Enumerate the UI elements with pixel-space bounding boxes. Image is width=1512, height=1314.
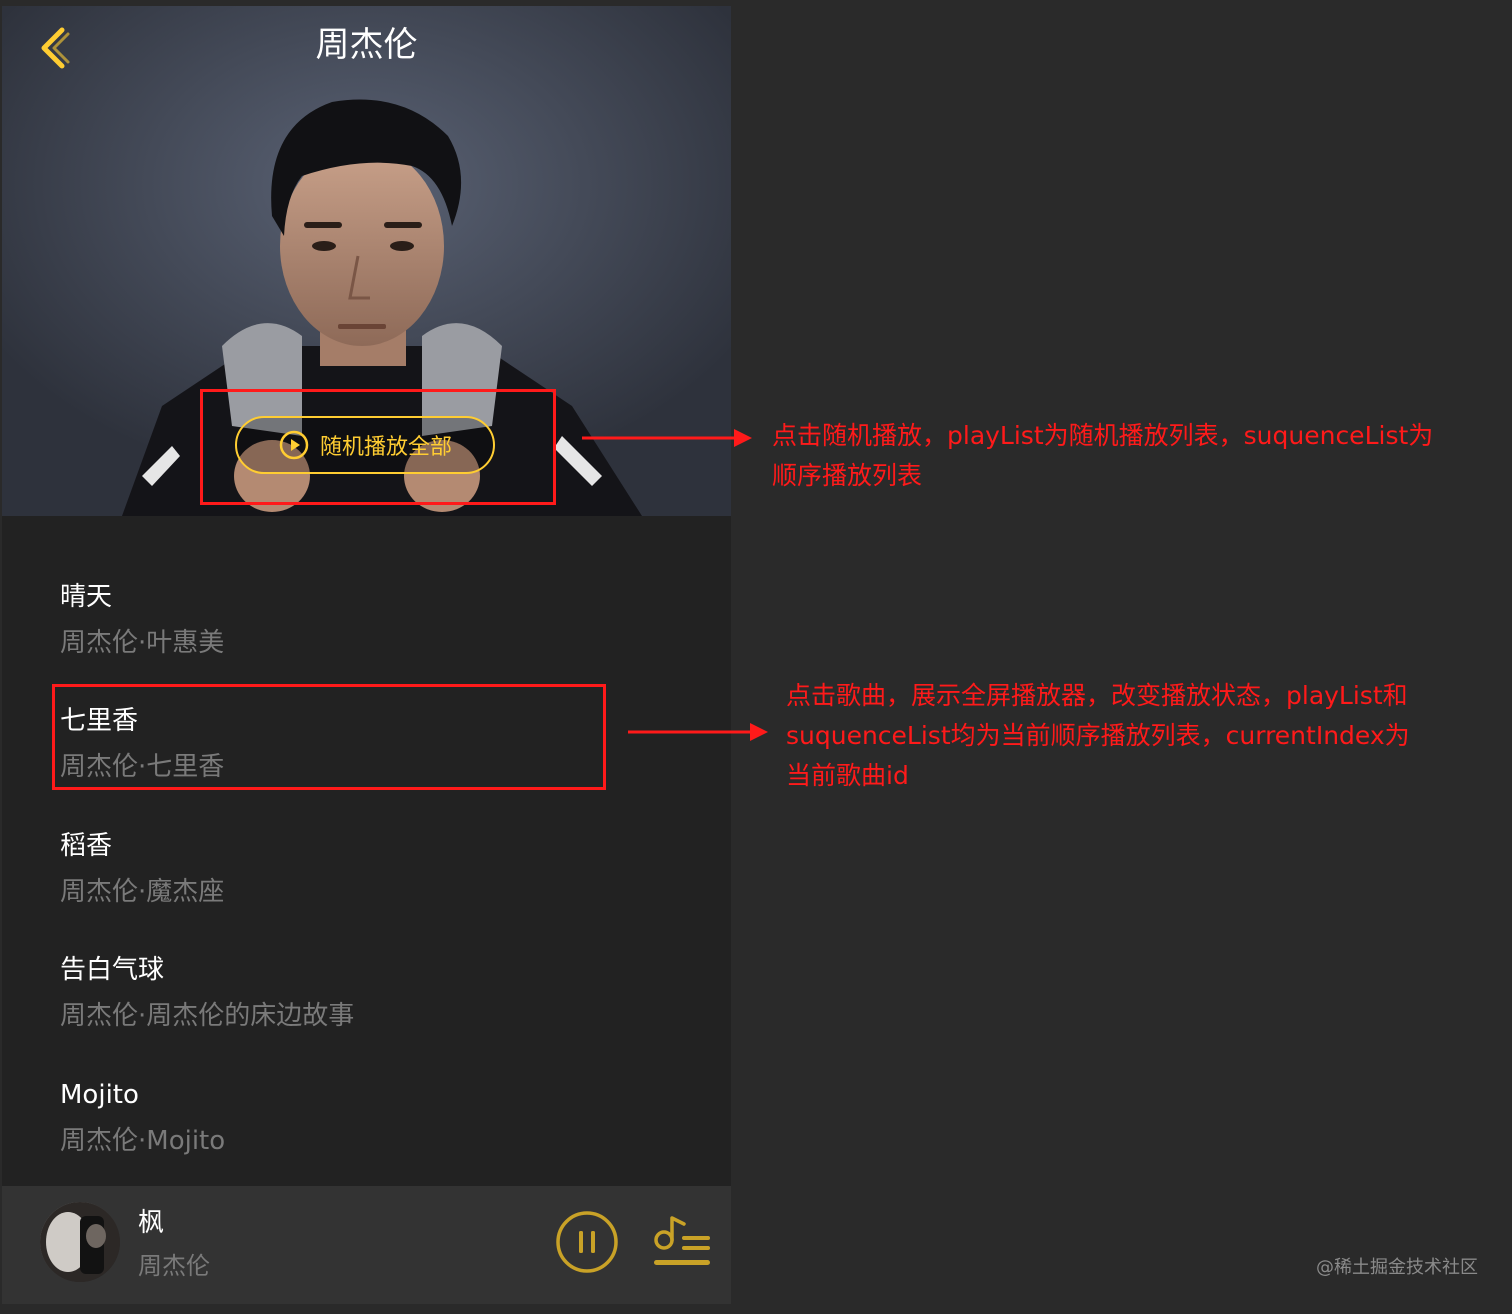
- song-item[interactable]: 稻香 周杰伦·魔杰座: [60, 829, 680, 929]
- canvas: 周杰伦 随机播放全部 晴天 周杰伦·叶惠美 七里香 周杰伦·七里香 稻香 周杰伦…: [0, 0, 1512, 1314]
- shuffle-annotation: 点击随机播放，playList为随机播放列表，suquenceList为 顺序播…: [772, 416, 1512, 496]
- shuffle-annotation-line2: 顺序播放列表: [772, 461, 923, 490]
- pause-button[interactable]: [555, 1210, 619, 1274]
- song-desc: 周杰伦·魔杰座: [60, 877, 225, 907]
- song-item[interactable]: Mojito 周杰伦·Mojito: [60, 1078, 680, 1178]
- shuffle-annotation-line1: 点击随机播放，playList为随机播放列表，suquenceList为: [772, 421, 1434, 450]
- pause-circle-icon: [556, 1211, 618, 1273]
- page-title: 周杰伦: [315, 25, 418, 65]
- song-desc: 周杰伦·叶惠美: [60, 628, 225, 658]
- song-item[interactable]: 告白气球 周杰伦·周杰伦的床边故事: [60, 953, 680, 1053]
- song-desc: 周杰伦·周杰伦的床边故事: [60, 1001, 355, 1031]
- playlist-button[interactable]: [652, 1212, 712, 1274]
- song-annotation-line2: suquenceList均为当前顺序播放列表，currentIndex为: [786, 721, 1410, 750]
- song-item[interactable]: 晴天 周杰伦·叶惠美: [60, 580, 680, 680]
- mini-player-title: 枫: [138, 1208, 165, 1238]
- mini-player-artist: 周杰伦: [138, 1252, 210, 1280]
- song-highlight-box: [52, 684, 606, 790]
- song-annotation-line1: 点击歌曲，展示全屏播放器，改变播放状态，playList和: [786, 681, 1408, 710]
- arrow-right-icon: [628, 723, 768, 741]
- watermark: @稀土掘金技术社区: [1316, 1257, 1478, 1278]
- arrow-right-icon: [582, 429, 752, 447]
- song-name: 稻香: [60, 831, 113, 861]
- song-list: 晴天 周杰伦·叶惠美 七里香 周杰伦·七里香 稻香 周杰伦·魔杰座 告白气球 周…: [2, 516, 731, 1186]
- song-name: 告白气球: [60, 955, 165, 985]
- song-annotation-line3: 当前歌曲id: [786, 761, 909, 790]
- song-annotation: 点击歌曲，展示全屏播放器，改变播放状态，playList和 suquenceLi…: [786, 676, 1506, 796]
- mini-player[interactable]: 枫 周杰伦: [2, 1186, 731, 1304]
- album-cover-art: [40, 1202, 120, 1282]
- playlist-icon: [654, 1216, 710, 1265]
- song-desc: 周杰伦·Mojito: [60, 1126, 226, 1156]
- mini-player-cover[interactable]: [40, 1202, 120, 1282]
- shuffle-highlight-box: [200, 389, 556, 505]
- song-name: Mojito: [60, 1080, 139, 1110]
- song-name: 晴天: [60, 582, 113, 612]
- phone-screen: 周杰伦 随机播放全部 晴天 周杰伦·叶惠美 七里香 周杰伦·七里香 稻香 周杰伦…: [2, 6, 731, 1304]
